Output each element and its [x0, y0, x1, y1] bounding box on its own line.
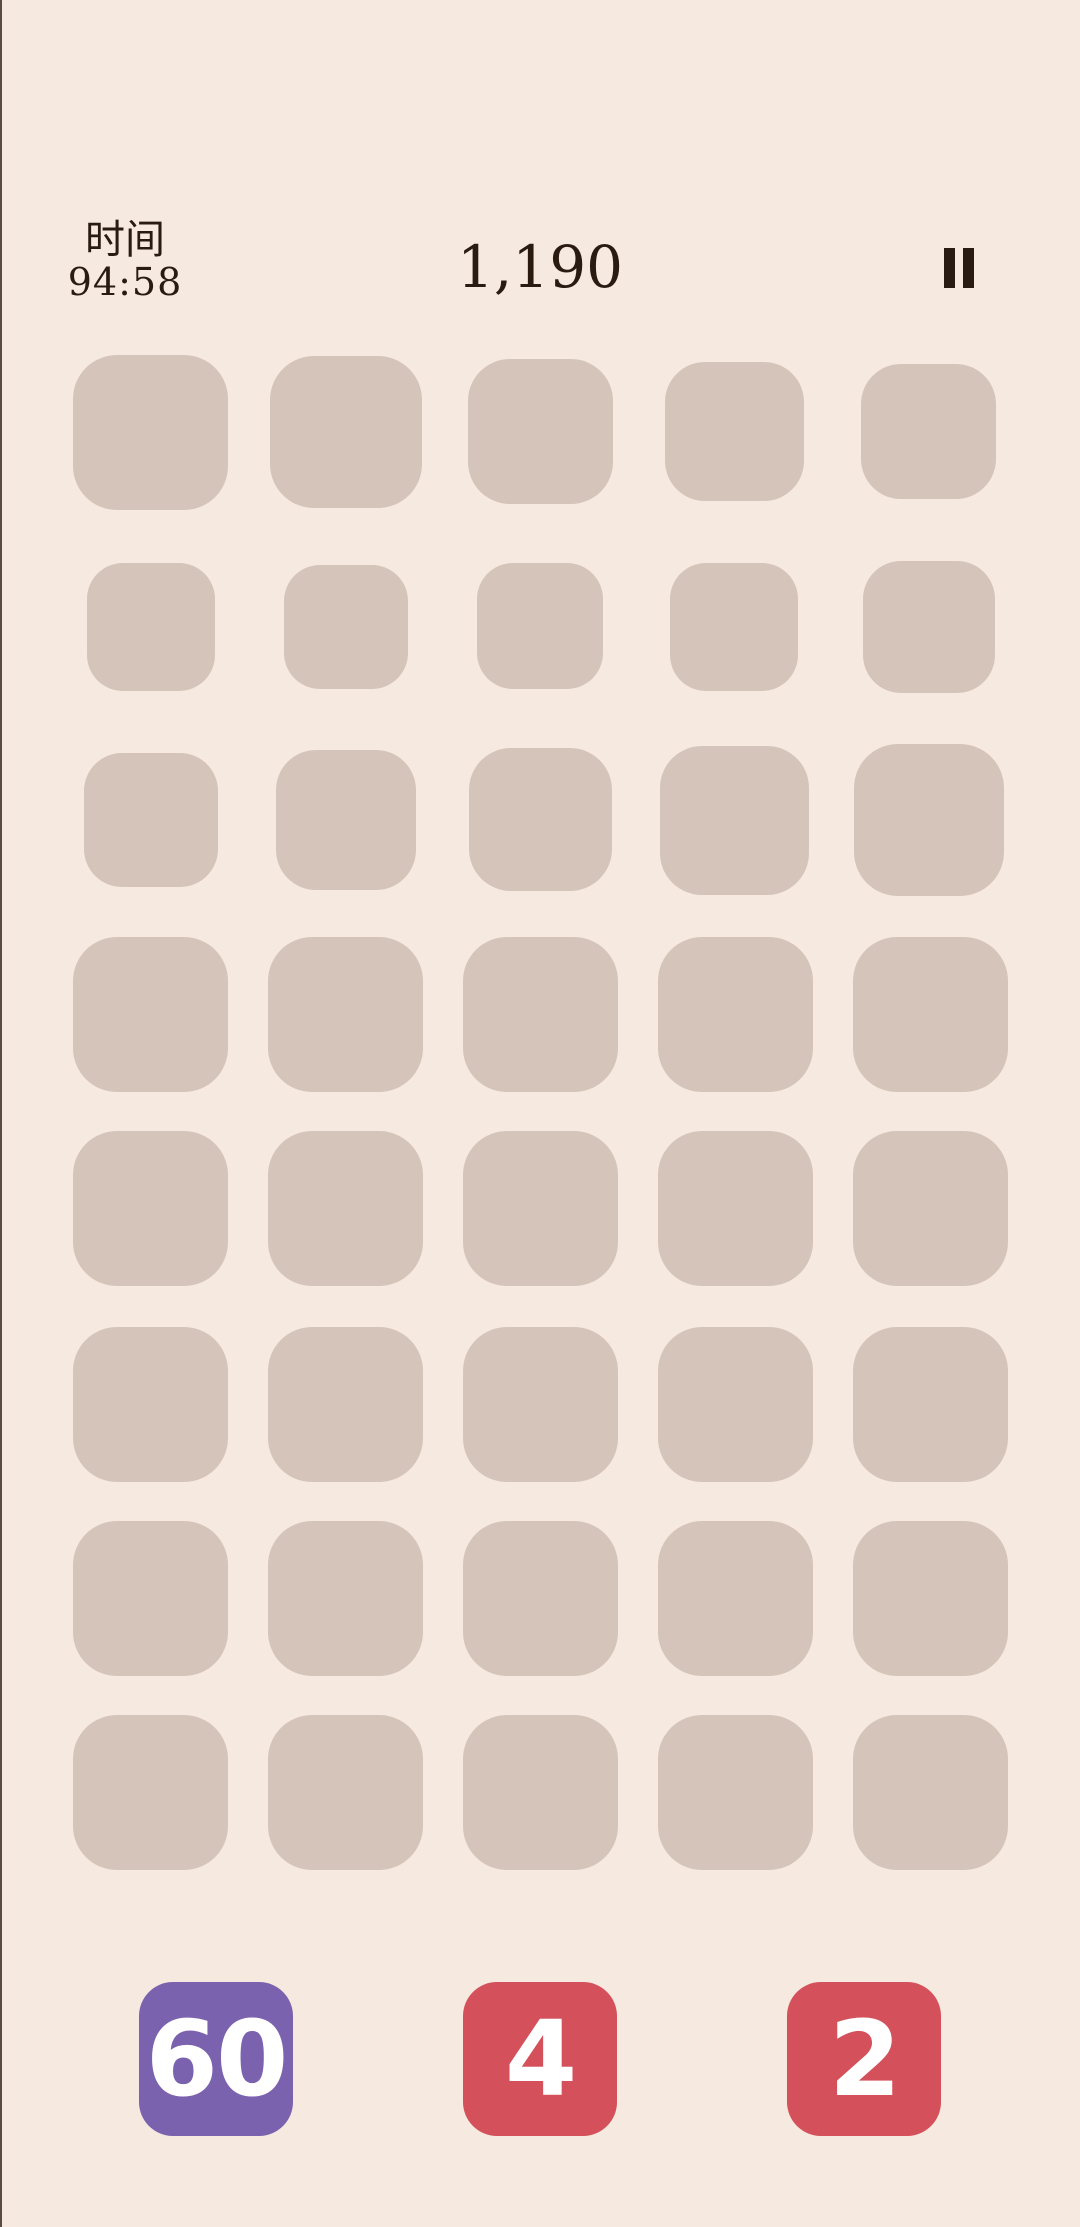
board-cell[interactable]	[853, 937, 1008, 1092]
board-cell[interactable]	[468, 359, 613, 504]
board-cell[interactable]	[658, 1327, 813, 1482]
board-cell[interactable]	[463, 1715, 618, 1870]
game-board	[0, 0, 1080, 1900]
board-cell[interactable]	[268, 1327, 423, 1482]
board-cell[interactable]	[268, 937, 423, 1092]
board-cell[interactable]	[463, 1327, 618, 1482]
board-cell[interactable]	[853, 1327, 1008, 1482]
board-cell[interactable]	[863, 561, 995, 693]
next-tile[interactable]: 4	[463, 1982, 617, 2136]
board-cell[interactable]	[469, 748, 612, 891]
board-cell[interactable]	[463, 1521, 618, 1676]
board-cell[interactable]	[853, 1131, 1008, 1286]
board-cell[interactable]	[284, 565, 408, 689]
board-cell[interactable]	[853, 1521, 1008, 1676]
board-cell[interactable]	[658, 1715, 813, 1870]
board-cell[interactable]	[73, 355, 228, 510]
board-cell[interactable]	[463, 1131, 618, 1286]
board-cell[interactable]	[73, 1715, 228, 1870]
board-cell[interactable]	[84, 753, 218, 887]
board-cell[interactable]	[268, 1131, 423, 1286]
board-cell[interactable]	[73, 937, 228, 1092]
board-cell[interactable]	[658, 1131, 813, 1286]
board-cell[interactable]	[670, 563, 798, 691]
board-cell[interactable]	[477, 563, 603, 689]
next-tile[interactable]: 60	[139, 1982, 293, 2136]
board-cell[interactable]	[268, 1521, 423, 1676]
board-cell[interactable]	[276, 750, 416, 890]
board-cell[interactable]	[268, 1715, 423, 1870]
board-cell[interactable]	[660, 746, 809, 895]
next-tile[interactable]: 2	[787, 1982, 941, 2136]
board-cell[interactable]	[665, 362, 804, 501]
board-cell[interactable]	[73, 1327, 228, 1482]
board-cell[interactable]	[861, 364, 996, 499]
board-cell[interactable]	[658, 937, 813, 1092]
board-cell[interactable]	[658, 1521, 813, 1676]
board-cell[interactable]	[73, 1131, 228, 1286]
board-cell[interactable]	[463, 937, 618, 1092]
board-cell[interactable]	[73, 1521, 228, 1676]
board-cell[interactable]	[87, 563, 215, 691]
board-cell[interactable]	[854, 744, 1004, 896]
board-cell[interactable]	[270, 356, 422, 508]
board-cell[interactable]	[853, 1715, 1008, 1870]
